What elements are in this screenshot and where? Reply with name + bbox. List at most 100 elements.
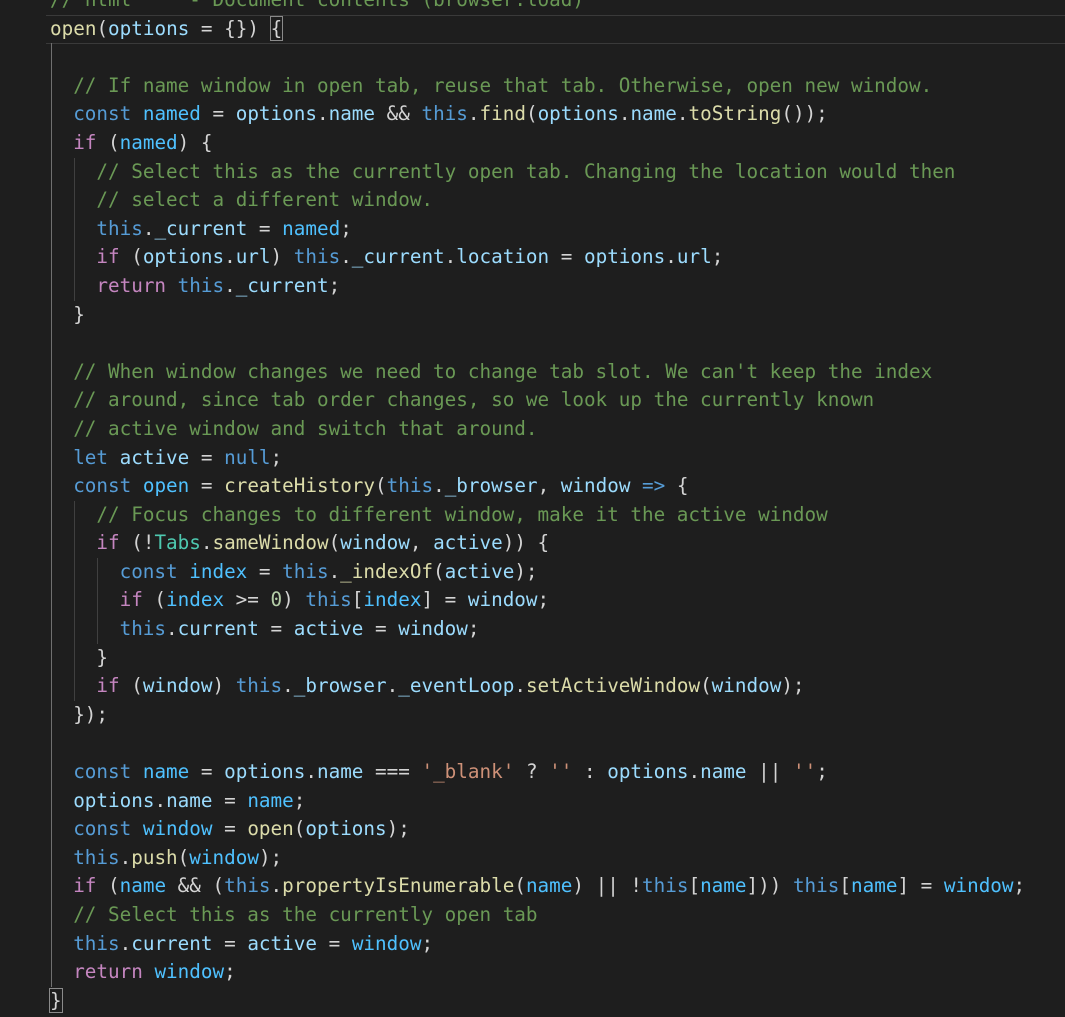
code-line[interactable]: if (name && (this.propertyIsEnumerable(n… — [50, 872, 1025, 901]
token-constant: index — [189, 559, 248, 583]
code-line[interactable]: }); — [50, 700, 1025, 730]
indent-guide — [51, 157, 52, 187]
indent-guide — [51, 500, 52, 530]
token-constant: index — [166, 588, 225, 612]
code-line[interactable]: // active window and switch that around. — [50, 414, 1025, 444]
code-line[interactable]: const named = options.name && this.find(… — [50, 100, 1025, 129]
code-line[interactable]: return window; — [50, 958, 1025, 987]
token-punctuation: ( — [525, 102, 538, 126]
code-line[interactable]: let active = null; — [50, 443, 1025, 473]
code-line[interactable]: this._current = named; — [50, 214, 1025, 244]
token-punctuation: ( — [700, 674, 712, 698]
token-punctuation: . — [328, 559, 341, 583]
code-line[interactable]: // When window changes we need to change… — [50, 357, 1025, 387]
token-function-name: sameWindow — [212, 531, 329, 555]
bracket-match-open: { — [269, 15, 284, 41]
token-punctuation: . — [166, 617, 178, 641]
token-punctuation: . — [676, 102, 689, 126]
code-line[interactable]: if (named) { — [50, 128, 1025, 158]
token-punctuation: ] = — [897, 874, 944, 898]
token-punctuation: . — [282, 674, 294, 698]
indent-guide — [51, 843, 52, 873]
token-string: '_blank' — [421, 760, 515, 784]
token-keyword: let — [73, 445, 109, 469]
token-control-keyword: if — [96, 531, 120, 555]
token-punctuation: >= — [224, 588, 271, 612]
token-string: '' — [549, 760, 573, 784]
indent-guide — [51, 186, 52, 215]
code-line[interactable]: if (options.url) this._current.location … — [50, 243, 1025, 272]
token-punctuation: ) — [282, 588, 306, 612]
code-line[interactable] — [50, 729, 1025, 759]
indent-guide — [51, 300, 52, 330]
code-line[interactable]: if (window) this._browser._eventLoop.set… — [50, 672, 1025, 701]
code-line[interactable]: // around, since tab order changes, so w… — [50, 386, 1025, 415]
code-line[interactable]: options.name = name; — [50, 786, 1025, 816]
token-punctuation: = {}) — [189, 16, 271, 40]
code-line[interactable]: // Select this as the currently open tab… — [50, 157, 1025, 187]
code-line[interactable]: this.push(window); — [50, 843, 1025, 873]
code-line[interactable] — [50, 329, 1025, 358]
code-line[interactable]: const window = open(options); — [50, 815, 1025, 844]
code-line[interactable]: const name = options.name === '_blank' ?… — [50, 758, 1025, 787]
code-line[interactable] — [50, 43, 1025, 72]
token-keyword: this — [421, 102, 468, 126]
token-constant: open — [142, 474, 190, 498]
indent-guide — [74, 243, 76, 272]
token-constant: name — [700, 874, 747, 898]
token-comment: // html - Document contents (browser.loa… — [50, 0, 584, 11]
code-line[interactable]: // Select this as the currently open tab — [50, 901, 1025, 930]
code-line[interactable]: this.current = active = window; — [50, 615, 1025, 644]
code-line[interactable]: const open = createHistory(this._browser… — [50, 472, 1025, 501]
code-line[interactable]: this.current = active = window; — [50, 929, 1025, 959]
code-line[interactable]: } — [50, 300, 1025, 330]
token-keyword: this — [642, 874, 689, 898]
token-punctuation: = — [247, 559, 283, 583]
indent-guide — [97, 586, 99, 616]
token-variable: name — [328, 102, 376, 126]
code-line[interactable]: return this._current; — [50, 271, 1025, 301]
token-punctuation: . — [386, 674, 399, 698]
token-control-keyword: return — [73, 960, 143, 984]
token-variable: options — [73, 788, 155, 812]
token-variable: options — [537, 102, 619, 126]
indent-guide — [51, 71, 52, 101]
token-variable: _browser — [444, 474, 538, 498]
token-punctuation: ; — [340, 216, 352, 240]
code-line[interactable]: if (!Tabs.sameWindow(window, active)) { — [50, 529, 1025, 558]
token-punctuation: ( — [177, 845, 190, 869]
indent-guide — [51, 901, 52, 930]
token-punctuation: ; — [816, 760, 828, 784]
token-punctuation: ( — [293, 817, 306, 841]
code-line[interactable]: // Focus changes to different window, ma… — [50, 500, 1025, 530]
indent-guide — [51, 128, 52, 158]
code-line[interactable]: } — [49, 987, 1025, 1016]
code-line[interactable]: if (index >= 0) this[index] = window; — [50, 586, 1025, 616]
token-punctuation: = — [258, 617, 294, 641]
code-editor[interactable]: // html - Document contents (browser.loa… — [0, 0, 1065, 1017]
token-punctuation: ; — [711, 245, 724, 269]
token-control-keyword: if — [73, 130, 97, 154]
token-function-name: open — [247, 817, 294, 841]
token-string: '' — [792, 760, 817, 784]
token-variable: window — [711, 674, 782, 698]
code-line[interactable]: } — [50, 643, 1025, 673]
token-comment: // select a different window. — [96, 188, 434, 212]
code-line[interactable]: // html - Document contents (browser.loa… — [50, 0, 1025, 15]
token-punctuation: ? — [514, 760, 550, 784]
token-variable: name — [166, 788, 213, 812]
token-variable: url — [235, 245, 271, 269]
code-line[interactable]: // select a different window. — [50, 186, 1025, 215]
token-variable: active — [119, 445, 190, 469]
token-control-keyword: if — [96, 245, 120, 269]
indent-guide — [51, 243, 52, 272]
token-variable: _current — [351, 245, 445, 269]
token-punctuation: . — [200, 531, 213, 555]
code-line[interactable]: const index = this._indexOf(active); — [50, 557, 1025, 587]
token-variable: active — [293, 617, 364, 641]
token-punctuation: . — [142, 216, 155, 240]
token-punctuation: ); — [514, 559, 538, 583]
code-line[interactable]: // If name window in open tab, reuse tha… — [50, 71, 1025, 101]
token-variable: location — [456, 245, 550, 269]
code-line[interactable]: open(options = {}) { — [50, 15, 1025, 44]
